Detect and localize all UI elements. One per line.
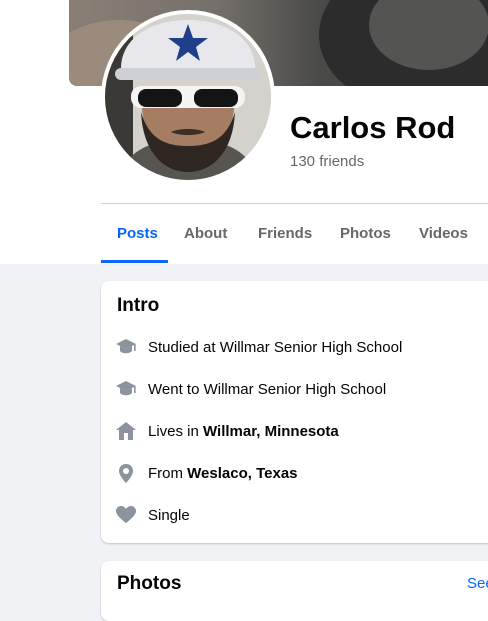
profile-header: Carlos Rod 130 friends Posts About Frien… (0, 0, 488, 264)
intro-item-text: Single (148, 506, 190, 524)
home-icon (115, 420, 137, 442)
intro-item-text: From Weslaco, Texas (148, 465, 298, 482)
photos-card: Photos See all photos (101, 561, 488, 621)
photos-title: Photos (117, 573, 182, 594)
intro-card: Intro Studied at Willmar Senior High Sch… (101, 281, 488, 543)
intro-title: Intro (117, 295, 160, 316)
intro-item-text[interactable]: Studied at Willmar Senior High School (148, 339, 402, 356)
see-all-photos-link[interactable]: See all photos (467, 575, 488, 592)
intro-item-lives-in: Lives in Willmar, Minnesota (115, 419, 339, 443)
intro-item-prefix: From (148, 464, 188, 482)
graduation-cap-icon (115, 336, 137, 358)
avatar[interactable] (105, 14, 271, 180)
intro-item-link[interactable]: Willmar, Minnesota (203, 423, 339, 440)
tab-about[interactable]: About (184, 225, 227, 242)
tab-videos[interactable]: Videos (419, 225, 468, 242)
tab-photos[interactable]: Photos (340, 225, 391, 242)
intro-item-link[interactable]: Weslaco, Texas (187, 465, 297, 482)
intro-item-relationship: Single (115, 503, 190, 527)
intro-item-went-to: Went to Willmar Senior High School (115, 377, 386, 401)
intro-item-studied: Studied at Willmar Senior High School (115, 335, 402, 359)
intro-item-text[interactable]: Went to Willmar Senior High School (148, 381, 386, 398)
tab-posts[interactable]: Posts (117, 225, 158, 242)
heart-icon (115, 504, 137, 526)
intro-item-from: From Weslaco, Texas (115, 461, 298, 485)
location-pin-icon (115, 462, 137, 484)
active-tab-indicator (101, 260, 168, 263)
friends-count[interactable]: 130 friends (290, 153, 364, 170)
intro-item-text: Lives in Willmar, Minnesota (148, 423, 339, 440)
graduation-cap-icon (115, 378, 137, 400)
avatar-portrait (105, 14, 271, 180)
tab-friends[interactable]: Friends (258, 225, 312, 242)
intro-item-prefix: Lives in (148, 422, 204, 440)
header-divider (101, 203, 488, 204)
profile-name: Carlos Rod (290, 110, 456, 145)
